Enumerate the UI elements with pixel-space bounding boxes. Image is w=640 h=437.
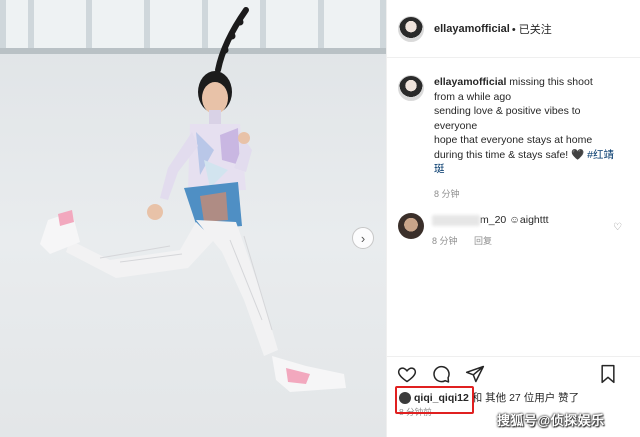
caption-avatar[interactable] [398, 75, 424, 101]
caption-line: sending love & positive vibes to [434, 105, 581, 117]
post-photo: › [0, 0, 386, 437]
likes-summary: qiqi_qiqi12 和 其他 27 位用户 赞了 [399, 390, 579, 405]
post-header: ellayamofficial • 已关注 [387, 0, 640, 58]
caption-line: from a while ago [434, 90, 512, 103]
comment-like-icon[interactable]: ♡ [613, 222, 622, 233]
follow-status[interactable]: • 已关注 [512, 21, 552, 37]
caption-timestamp: 8 分钟 [434, 188, 460, 199]
comment-emoji-icon: ☺ [509, 214, 520, 226]
chevron-right-icon: › [360, 230, 366, 246]
reply-button[interactable]: 回复 [474, 236, 492, 246]
comment-icon[interactable] [430, 363, 452, 385]
caption-line: during this time & stays safe! 🖤 [434, 148, 585, 161]
comment-item: m_20 ☺aighttt 8 分钟 回复 ♡ [398, 213, 634, 248]
action-bar [387, 356, 640, 390]
comment-username-suffix[interactable]: m_20 [480, 214, 506, 226]
bookmark-icon[interactable] [597, 363, 619, 385]
next-image-button[interactable]: › [352, 227, 374, 249]
comment-body: m_20 ☺aighttt 8 分钟 回复 [432, 213, 634, 248]
post-caption: ellayamofficial missing this shoot from … [398, 75, 634, 201]
hashtag-link-continued[interactable]: 珽 [434, 162, 614, 177]
commenter-avatar[interactable] [398, 213, 424, 239]
comment-meta: 8 分钟 回复 [432, 234, 634, 248]
caption-line: everyone [434, 119, 478, 132]
blurred-username [432, 214, 480, 226]
profile-avatar[interactable] [398, 15, 424, 42]
caption-text: ellayamofficial missing this shoot from … [434, 75, 614, 201]
liker-avatar [399, 392, 411, 405]
comment-text: aighttt [519, 214, 549, 226]
caption-line: hope that everyone stays at home [434, 134, 593, 146]
caption-username[interactable]: ellayamofficial [434, 76, 506, 88]
likes-count-text[interactable]: 和 其他 27 位用户 赞了 [469, 392, 579, 404]
watermark: 搜狐号@侦探娱乐 [497, 413, 605, 428]
jumping-model-figure [40, 7, 346, 392]
post-timestamp: 8 分钟前 [399, 407, 432, 417]
post-detail-panel: ellayamofficial • 已关注 ellayamofficial mi… [386, 0, 640, 437]
heart-icon[interactable] [396, 363, 418, 385]
liker-username[interactable]: qiqi_qiqi12 [414, 392, 469, 404]
comment-timestamp: 8 分钟 [432, 236, 458, 246]
hashtag-link[interactable]: #红靖 [587, 149, 614, 161]
send-icon[interactable] [464, 363, 486, 385]
header-username[interactable]: ellayamofficial [434, 23, 510, 35]
caption-line: missing this shoot [509, 76, 593, 88]
